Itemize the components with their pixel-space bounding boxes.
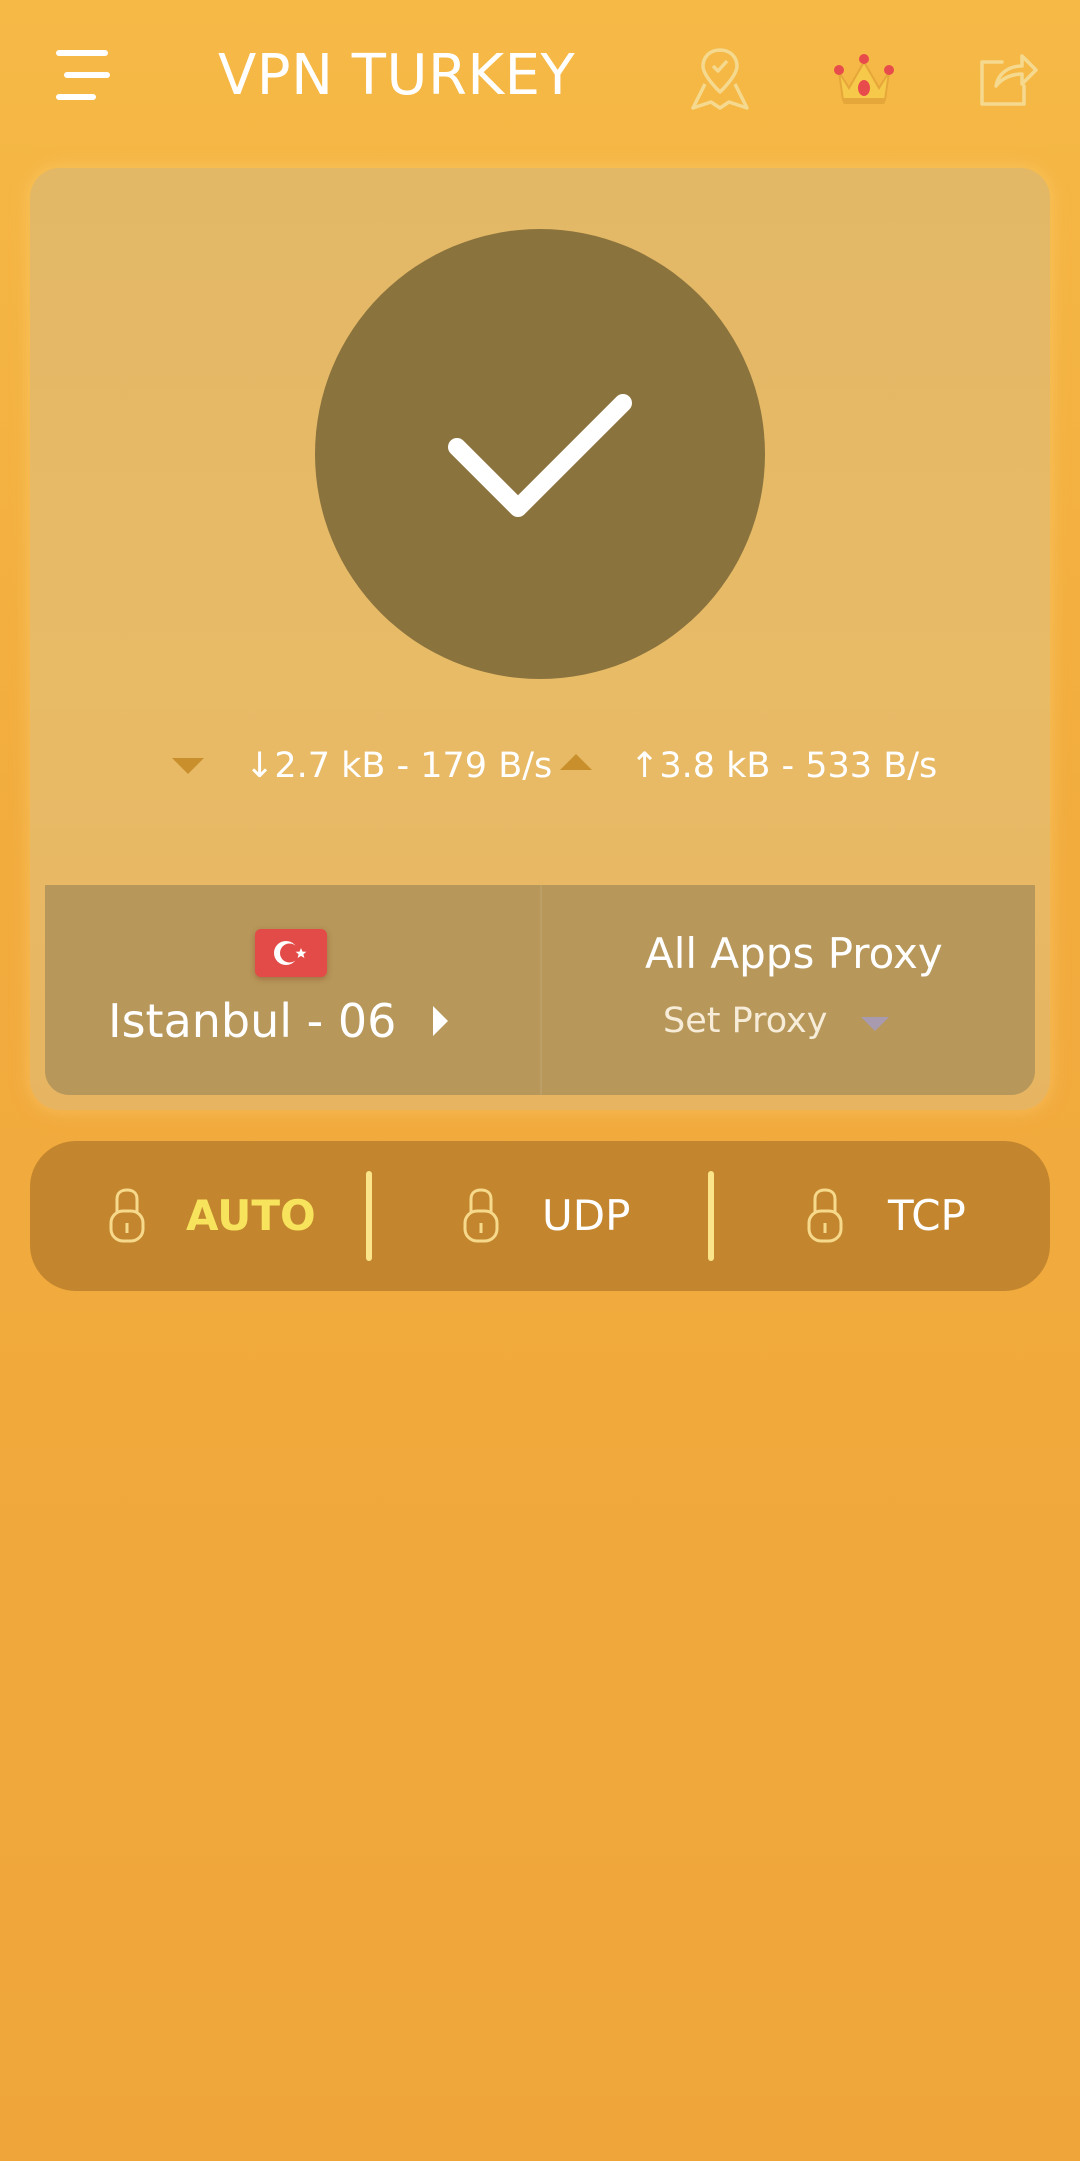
app-header: VPN TURKEY: [0, 0, 1080, 160]
connection-card: ↓2.7 kB - 179 B/s ↑3.8 kB - 533 B/s Ista…: [30, 168, 1050, 1110]
upload-stat: ↑3.8 kB - 533 B/s: [630, 746, 938, 786]
lock-icon: [108, 1187, 146, 1245]
protocol-udp-option[interactable]: UDP: [372, 1141, 712, 1291]
chevron-down-icon[interactable]: [861, 1017, 889, 1031]
protocol-tcp-option[interactable]: TCP: [714, 1141, 1050, 1291]
lock-icon: [462, 1187, 500, 1245]
chevron-right-icon[interactable]: [433, 1006, 448, 1036]
download-triangle-icon: [172, 758, 204, 774]
crown-icon[interactable]: [829, 44, 899, 114]
protocol-auto-option[interactable]: AUTO: [30, 1141, 370, 1291]
protocol-tcp-label: TCP: [888, 1191, 966, 1240]
download-stat: ↓2.7 kB - 179 B/s: [245, 746, 553, 786]
upload-triangle-icon: [560, 754, 592, 770]
menu-icon[interactable]: [52, 48, 116, 104]
share-icon[interactable]: [972, 44, 1042, 114]
panel-divider: [540, 885, 542, 1095]
traffic-stats: ↓2.7 kB - 179 B/s ↑3.8 kB - 533 B/s: [30, 736, 1050, 796]
protocol-udp-label: UDP: [542, 1191, 631, 1240]
map-pin-icon[interactable]: [685, 44, 755, 114]
set-proxy-button[interactable]: Set Proxy: [663, 997, 827, 1045]
server-name[interactable]: Istanbul - 06: [108, 989, 396, 1053]
connect-button[interactable]: [315, 229, 765, 679]
app-title: VPN TURKEY: [218, 43, 576, 108]
protocol-auto-label: AUTO: [186, 1191, 316, 1240]
turkey-flag-icon[interactable]: [255, 929, 327, 977]
server-panel: Istanbul - 06 All Apps Proxy Set Proxy: [45, 885, 1035, 1095]
protocol-selector: AUTO UDP TCP: [30, 1141, 1050, 1291]
checkmark-icon: [448, 394, 632, 517]
proxy-title: All Apps Proxy: [645, 929, 943, 978]
lock-icon: [806, 1187, 844, 1245]
